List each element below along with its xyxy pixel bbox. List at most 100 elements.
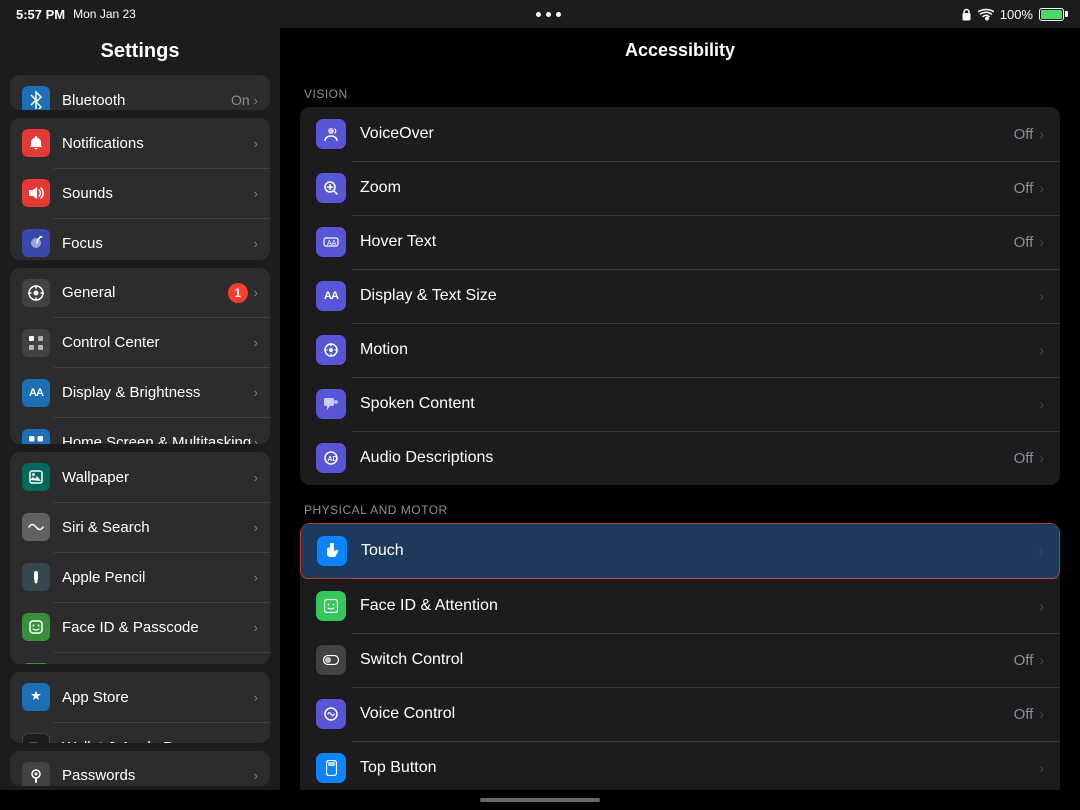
sidebar-group-notifications: Notifications › Sounds › xyxy=(10,118,270,259)
row-voiceover[interactable]: VoiceOver Off › xyxy=(300,107,1060,161)
home-bar xyxy=(480,798,600,802)
focus-chevron: › xyxy=(254,236,258,251)
displaybrightness-chevron: › xyxy=(254,385,258,400)
sidebar-label-controlcenter: Control Center xyxy=(62,334,254,351)
applepencil-icon xyxy=(22,563,50,591)
sounds-chevron: › xyxy=(254,186,258,201)
sidebar-group-appstore: App Store › Wallet & Apple Pay › xyxy=(10,672,270,743)
row-motion[interactable]: Motion › xyxy=(300,323,1060,377)
appstore-chevron: › xyxy=(254,690,258,705)
panel-title: Accessibility xyxy=(280,28,1080,71)
battery-indicator xyxy=(1039,8,1064,21)
sidebar-title: Settings xyxy=(0,28,280,71)
sidebar-item-wallet[interactable]: Wallet & Apple Pay › xyxy=(10,722,270,743)
wallet-chevron: › xyxy=(254,740,258,743)
appstore-icon xyxy=(22,683,50,711)
row-hovertext[interactable]: AA Hover Text Off › xyxy=(300,215,1060,269)
bluetooth-chevron: › xyxy=(254,93,258,108)
wallpaper-icon xyxy=(22,463,50,491)
sidebar-label-appstore: App Store xyxy=(62,689,254,706)
zoom-icon xyxy=(316,173,346,203)
hovertext-label: Hover Text xyxy=(360,233,1014,251)
voiceover-icon xyxy=(316,119,346,149)
sounds-icon xyxy=(22,179,50,207)
row-audiodescriptions[interactable]: AD Audio Descriptions Off › xyxy=(300,431,1060,485)
zoom-label: Zoom xyxy=(360,179,1014,197)
sidebar-item-passwords[interactable]: Passwords › xyxy=(10,751,270,786)
sidebar-label-homescreen: Home Screen & Multitasking xyxy=(62,434,254,444)
sidebar-group-bluetooth: Bluetooth On › xyxy=(10,75,270,110)
motion-chevron: › xyxy=(1039,342,1044,358)
row-faceidattention[interactable]: Face ID & Attention › xyxy=(300,579,1060,633)
bluetooth-icon xyxy=(22,86,50,110)
sidebar-item-controlcenter[interactable]: Control Center › xyxy=(10,318,270,368)
spokencontent-icon xyxy=(316,389,346,419)
sidebar-item-faceid[interactable]: Face ID & Passcode › xyxy=(10,602,270,652)
sidebar-label-faceid: Face ID & Passcode xyxy=(62,619,254,636)
status-time: 5:57 PM xyxy=(16,7,65,22)
sidebar-item-displaybrightness[interactable]: AA Display & Brightness › xyxy=(10,368,270,418)
row-voicecontrol[interactable]: Voice Control Off › xyxy=(300,687,1060,741)
sidebar-item-battery[interactable]: Battery › xyxy=(10,652,270,664)
status-right: 100% xyxy=(961,7,1064,22)
displaytextsize-label: Display & Text Size xyxy=(360,287,1039,305)
sidebar-group-passwords: Passwords › xyxy=(10,751,270,786)
spokencontent-label: Spoken Content xyxy=(360,395,1039,413)
switchcontrol-chevron: › xyxy=(1039,652,1044,668)
zoom-value: Off xyxy=(1014,180,1034,197)
sirisearch-chevron: › xyxy=(254,520,258,535)
row-touch[interactable]: Touch › xyxy=(300,523,1060,579)
status-bar: 5:57 PM Mon Jan 23 100% xyxy=(0,0,1080,28)
battery-percent: 100% xyxy=(1000,7,1033,22)
general-badge: 1 xyxy=(228,283,248,303)
sidebar-item-homescreen[interactable]: Home Screen & Multitasking › xyxy=(10,418,270,445)
controlcenter-chevron: › xyxy=(254,335,258,350)
sidebar-item-appstore[interactable]: App Store › xyxy=(10,672,270,722)
bluetooth-value: On xyxy=(231,92,250,108)
sidebar-item-notifications[interactable]: Notifications › xyxy=(10,118,270,168)
homescreen-icon xyxy=(22,429,50,445)
touch-icon xyxy=(317,536,347,566)
sidebar-label-focus: Focus xyxy=(62,235,254,252)
battery-icon-sidebar xyxy=(22,663,50,664)
row-zoom[interactable]: Zoom Off › xyxy=(300,161,1060,215)
faceidattention-chevron: › xyxy=(1039,598,1044,614)
sidebar-item-sounds[interactable]: Sounds › xyxy=(10,168,270,218)
audiodescriptions-label: Audio Descriptions xyxy=(360,449,1014,467)
row-topbutton[interactable]: Top Button › xyxy=(300,741,1060,790)
spokencontent-chevron: › xyxy=(1039,396,1044,412)
settings-group-vision: VoiceOver Off › Zoom Off xyxy=(300,107,1060,485)
sidebar-item-bluetooth[interactable]: Bluetooth On › xyxy=(10,75,270,110)
status-dots xyxy=(536,12,561,17)
sidebar-item-focus[interactable]: Focus › xyxy=(10,218,270,259)
sidebar-item-applepencil[interactable]: Apple Pencil › xyxy=(10,552,270,602)
section-vision-label: VISION xyxy=(300,71,1060,107)
switchcontrol-icon xyxy=(316,645,346,675)
touch-chevron: › xyxy=(1038,543,1043,559)
sidebar-label-sirisearch: Siri & Search xyxy=(62,519,254,536)
voicecontrol-value: Off xyxy=(1014,706,1034,723)
sirisearch-icon xyxy=(22,513,50,541)
row-switchcontrol[interactable]: Switch Control Off › xyxy=(300,633,1060,687)
voiceover-value: Off xyxy=(1014,126,1034,143)
notifications-chevron: › xyxy=(254,136,258,151)
sidebar-item-wallpaper[interactable]: Wallpaper › xyxy=(10,452,270,502)
faceidattention-icon xyxy=(316,591,346,621)
topbutton-icon xyxy=(316,753,346,783)
sidebar-label-passwords: Passwords xyxy=(62,767,254,784)
row-spokencontent[interactable]: Spoken Content › xyxy=(300,377,1060,431)
sidebar-label-notifications: Notifications xyxy=(62,135,254,152)
row-displaytextsize[interactable]: AA Display & Text Size › xyxy=(300,269,1060,323)
focus-icon xyxy=(22,229,50,257)
motion-icon xyxy=(316,335,346,365)
section-physical-label: PHYSICAL AND MOTOR xyxy=(300,487,1060,523)
notifications-icon xyxy=(22,129,50,157)
sidebar-item-general[interactable]: General 1 › xyxy=(10,268,270,318)
right-panel: Accessibility VISION VoiceOver Off xyxy=(280,28,1080,790)
sidebar-item-sirisearch[interactable]: Siri & Search › xyxy=(10,502,270,552)
homescreen-chevron: › xyxy=(254,435,258,444)
switchcontrol-value: Off xyxy=(1014,652,1034,669)
sidebar-group-wallpaper: Wallpaper › Siri & Search › xyxy=(10,452,270,664)
wifi-icon xyxy=(978,8,994,21)
sidebar-label-general: General xyxy=(62,284,228,301)
